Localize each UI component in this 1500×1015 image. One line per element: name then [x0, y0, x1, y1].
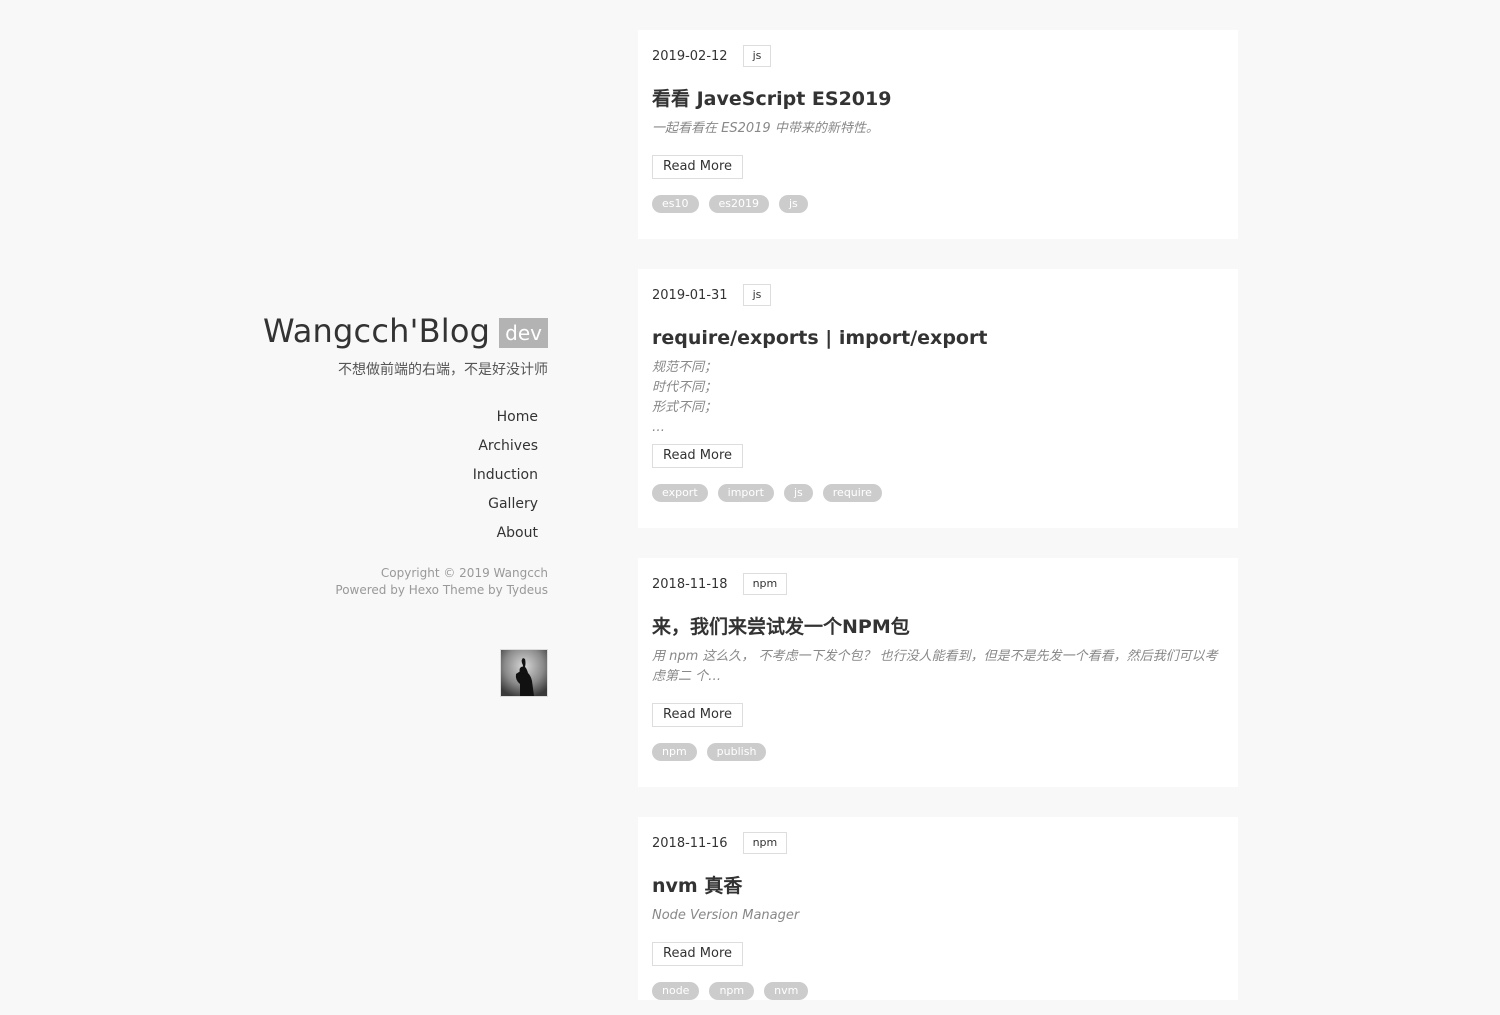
sidebar: Wangcch'Blog dev 不想做前端的右端，不是好没计师 Home Ar… [0, 0, 548, 1000]
post-tags: npm publish [652, 743, 1224, 761]
site-tagline: 不想做前端的右端，不是好没计师 [338, 362, 548, 378]
copyright-line: Copyright © 2019 Wangcch [380, 566, 548, 580]
tag-pill[interactable]: es2019 [708, 195, 769, 213]
post-excerpt: 用 npm 这么久， 不考虑一下发个包？ 也行没人能看到，但是不是先发一个看看，… [652, 647, 1224, 687]
tag-pill[interactable]: publish [706, 743, 767, 761]
post-date: 2018-11-18 [652, 576, 728, 592]
post-meta: 2019-01-31 js [652, 284, 1224, 306]
site-brand: Wangcch'Blog dev [263, 312, 548, 350]
post-excerpt: 一起看看在 ES2019 中带来的新特性。 [652, 119, 1224, 139]
read-more-button[interactable]: Read More [652, 444, 744, 468]
post-title[interactable]: nvm 真香 [652, 874, 1224, 898]
post-date: 2019-02-12 [652, 48, 728, 64]
post-tags: export import js require [652, 484, 1224, 502]
site-title[interactable]: Wangcch'Blog [263, 312, 490, 350]
excerpt-line: 形式不同； [652, 400, 718, 415]
powered-by-line: Powered by Hexo Theme by Tydeus [335, 583, 548, 597]
main-nav: Home Archives Induction Gallery About [473, 403, 538, 548]
post-category[interactable]: js [742, 45, 772, 67]
post-date: 2018-11-16 [652, 835, 728, 851]
post-excerpt: Node Version Manager [652, 906, 1224, 926]
post-card: 2019-01-31 js require/exports | import/e… [638, 269, 1238, 528]
nav-link-about[interactable]: About [473, 519, 538, 548]
excerpt-line: Node Version Manager [652, 908, 800, 923]
post-category[interactable]: js [742, 284, 772, 306]
tag-pill[interactable]: require [822, 484, 882, 502]
tag-pill[interactable]: nvm [764, 982, 809, 1000]
copyright: Copyright © 2019 Wangcch Powered by Hexo… [335, 565, 548, 599]
read-more-button[interactable]: Read More [652, 155, 744, 179]
tag-pill[interactable]: export [652, 484, 708, 502]
tag-pill[interactable]: js [779, 195, 808, 213]
post-title[interactable]: require/exports | import/export [652, 326, 1224, 350]
avatar-image [501, 650, 547, 696]
post-meta: 2018-11-16 npm [652, 832, 1224, 854]
post-category[interactable]: npm [742, 832, 788, 854]
tag-pill[interactable]: npm [709, 982, 755, 1000]
avatar[interactable] [500, 649, 548, 697]
post-card: 2019-02-12 js 看看 JaveScript ES2019 一起看看在… [638, 30, 1238, 239]
post-card: 2018-11-16 npm nvm 真香 Node Version Manag… [638, 817, 1238, 1000]
excerpt-line: 时代不同； [652, 380, 718, 395]
tag-pill[interactable]: import [717, 484, 774, 502]
site-badge: dev [499, 318, 548, 348]
nav-link-home[interactable]: Home [473, 403, 538, 432]
post-meta: 2019-02-12 js [652, 45, 1224, 67]
post-tags: es10 es2019 js [652, 195, 1224, 213]
post-category[interactable]: npm [742, 573, 788, 595]
post-excerpt: 规范不同； 时代不同； 形式不同； … [652, 358, 1224, 438]
post-meta: 2018-11-18 npm [652, 573, 1224, 595]
tag-pill[interactable]: es10 [652, 195, 699, 213]
excerpt-line: 规范不同； [652, 360, 718, 375]
post-title[interactable]: 来，我们来尝试发一个NPM包 [652, 615, 1224, 639]
excerpt-line: … [652, 420, 665, 435]
read-more-button[interactable]: Read More [652, 703, 744, 727]
excerpt-line: 用 npm 这么久， 不考虑一下发个包？ 也行没人能看到，但是不是先发一个看看，… [652, 649, 1218, 684]
tag-pill[interactable]: npm [652, 743, 697, 761]
nav-link-induction[interactable]: Induction [473, 461, 538, 490]
post-tags: node npm nvm [652, 982, 1224, 1000]
tag-pill[interactable]: node [652, 982, 700, 1000]
read-more-button[interactable]: Read More [652, 942, 744, 966]
post-date: 2019-01-31 [652, 287, 728, 303]
nav-link-archives[interactable]: Archives [473, 432, 538, 461]
post-card: 2018-11-18 npm 来，我们来尝试发一个NPM包 用 npm 这么久，… [638, 558, 1238, 787]
post-title[interactable]: 看看 JaveScript ES2019 [652, 87, 1224, 111]
excerpt-line: 一起看看在 ES2019 中带来的新特性。 [652, 121, 879, 136]
nav-link-gallery[interactable]: Gallery [473, 490, 538, 519]
tag-pill[interactable]: js [783, 484, 813, 502]
